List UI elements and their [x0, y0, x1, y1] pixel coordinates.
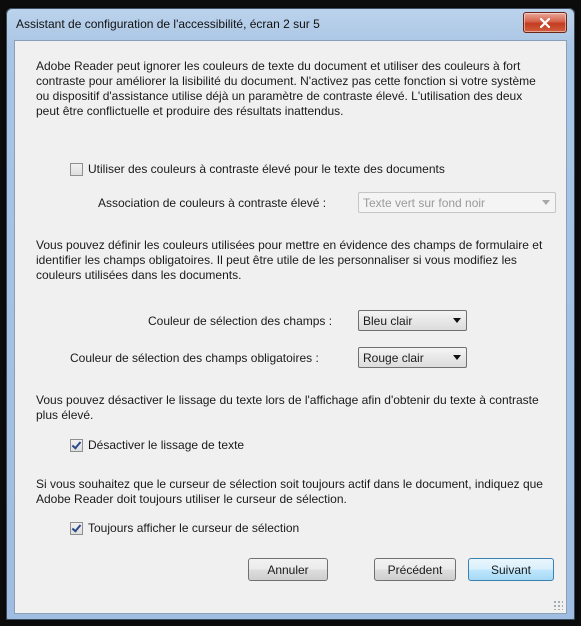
cancel-button[interactable]: Annuler — [248, 558, 328, 581]
field-selection-select[interactable]: Bleu clair — [358, 310, 467, 331]
window-title: Assistant de configuration de l'accessib… — [16, 17, 320, 31]
dialog-content: Adobe Reader peut ignorer les couleurs d… — [14, 40, 567, 614]
title-bar[interactable]: Assistant de configuration de l'accessib… — [6, 8, 575, 40]
close-button[interactable] — [523, 12, 567, 33]
cursor-checkbox-label: Toujours afficher le curseur de sélectio… — [88, 521, 300, 535]
fields-text: Vous pouvez définir les couleurs utilisé… — [36, 238, 543, 282]
required-field-select[interactable]: Rouge clair — [358, 347, 467, 368]
chevron-down-icon — [453, 355, 461, 360]
field-selection-label: Couleur de sélection des champs : — [148, 314, 333, 328]
intro-text: Adobe Reader peut ignorer les couleurs d… — [36, 59, 536, 118]
next-button[interactable]: Suivant — [468, 558, 554, 581]
high-contrast-checkbox[interactable]: Utiliser des couleurs à contraste élevé … — [70, 162, 445, 176]
high-contrast-checkbox-box[interactable] — [70, 162, 83, 176]
chevron-down-icon — [453, 318, 461, 323]
cursor-text: Si vous souhaitez que le curseur de séle… — [36, 477, 543, 506]
association-label: Association de couleurs à contraste élev… — [98, 196, 327, 210]
dialog-window: Assistant de configuration de l'accessib… — [6, 8, 575, 620]
resize-grip-icon[interactable] — [553, 600, 563, 610]
field-selection-select-value: Bleu clair — [363, 313, 413, 328]
smoothing-checkbox[interactable]: Désactiver le lissage de texte — [70, 438, 244, 452]
cursor-checkbox[interactable]: Toujours afficher le curseur de sélectio… — [70, 521, 299, 535]
smoothing-checkbox-box[interactable] — [70, 438, 83, 452]
required-field-select-value: Rouge clair — [363, 350, 424, 365]
smoothing-checkbox-label: Désactiver le lissage de texte — [88, 438, 245, 452]
association-select[interactable]: Texte vert sur fond noir — [358, 192, 556, 213]
previous-button[interactable]: Précédent — [374, 558, 456, 581]
association-select-value: Texte vert sur fond noir — [363, 195, 486, 210]
chevron-down-icon — [542, 200, 550, 205]
high-contrast-checkbox-label: Utiliser des couleurs à contraste élevé … — [88, 162, 445, 176]
close-icon — [540, 17, 550, 28]
required-field-label: Couleur de sélection des champs obligato… — [70, 351, 319, 365]
smoothing-text: Vous pouvez désactiver le lissage du tex… — [36, 393, 539, 422]
cursor-checkbox-box[interactable] — [70, 521, 83, 535]
